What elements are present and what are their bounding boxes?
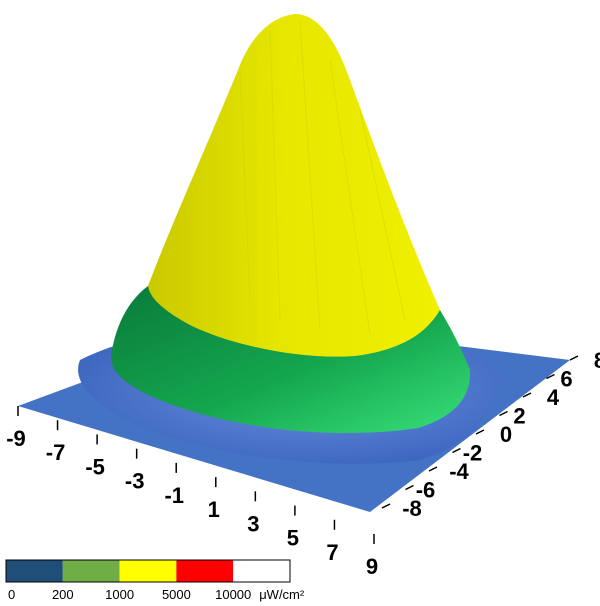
y-tick-mark — [475, 429, 485, 435]
x-tick-label: 7 — [326, 540, 338, 565]
colorbar-level-label: 0 — [8, 587, 15, 602]
x-tick-label: 1 — [208, 497, 220, 522]
y-tick-label: 4 — [547, 385, 560, 410]
y-tick-label: 0 — [500, 422, 512, 447]
colorbar-level-label: 1000 — [105, 587, 134, 602]
y-tick-mark — [569, 355, 579, 361]
colorbar-segment — [62, 560, 120, 582]
y-tick-mark — [428, 466, 438, 472]
x-tick-label: -1 — [164, 483, 184, 508]
x-tick-label: 9 — [366, 554, 378, 579]
y-tick-mark — [405, 484, 414, 491]
colorbar-level-label: 5000 — [162, 587, 191, 602]
x-tick-label: 5 — [287, 526, 299, 551]
colorbar-segment — [176, 560, 234, 582]
y-tick-label: 6 — [560, 367, 572, 392]
y-tick-label: -2 — [463, 441, 483, 466]
yellow-peak — [148, 14, 440, 357]
colorbar-segment — [6, 560, 63, 582]
y-tick-label: -6 — [416, 478, 436, 503]
colorbar: 0 200 1000 5000 10000 μW/cm² — [5, 559, 305, 602]
y-tick-mark — [381, 503, 391, 509]
x-tick-label: -9 — [6, 426, 26, 451]
y-tick-mark — [452, 447, 461, 454]
colorbar-unit-label: μW/cm² — [259, 587, 305, 602]
colorbar-segment — [233, 560, 290, 582]
colorbar-level-label: 10000 — [215, 587, 251, 602]
y-tick-label: 2 — [513, 404, 525, 429]
colorbar-level-label: 200 — [52, 587, 74, 602]
surface-plot: -9-7-5-3-113579 -8-6-4-202468 0200100050… — [5, 14, 600, 602]
x-tick-label: -3 — [125, 469, 145, 494]
colorbar-segment — [119, 560, 177, 582]
x-tick-label: -7 — [46, 440, 66, 465]
x-tick-label: -5 — [85, 454, 105, 479]
x-tick-label: 3 — [247, 511, 259, 536]
y-tick-label: 8 — [594, 348, 600, 373]
